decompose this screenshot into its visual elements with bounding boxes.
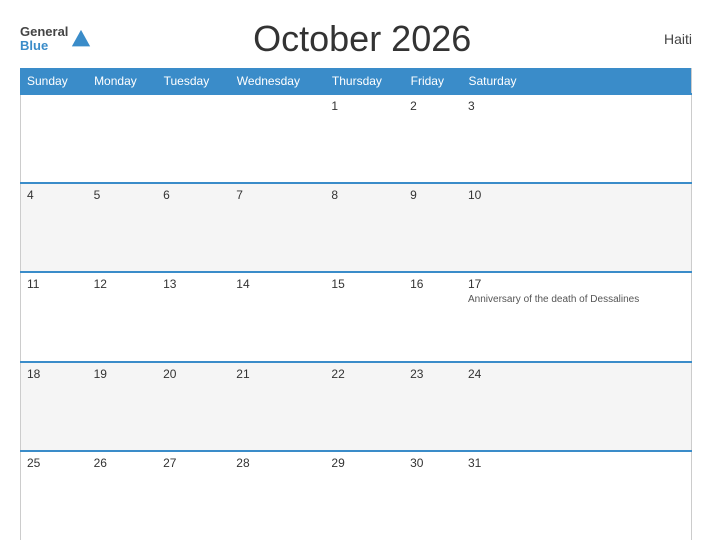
calendar-day-cell: 23 [404, 362, 462, 451]
header-sunday: Sunday [21, 69, 88, 95]
calendar-header: Sunday Monday Tuesday Wednesday Thursday… [21, 69, 692, 95]
calendar-table: Sunday Monday Tuesday Wednesday Thursday… [20, 68, 692, 540]
calendar-day-cell: 14 [230, 272, 325, 361]
header-tuesday: Tuesday [157, 69, 230, 95]
day-number: 15 [331, 277, 398, 291]
day-number: 3 [468, 99, 685, 113]
logo-text: General Blue [20, 25, 68, 54]
calendar-day-cell: 7 [230, 183, 325, 272]
day-number: 26 [94, 456, 152, 470]
calendar-week-row: 456789 10 [21, 183, 692, 272]
day-number: 18 [27, 367, 82, 381]
calendar-day-cell: 25 [21, 451, 88, 540]
calendar-day-cell: 6 [157, 183, 230, 272]
day-number: 21 [236, 367, 319, 381]
calendar-day-cell: 11 [21, 272, 88, 361]
day-number: 1 [331, 99, 398, 113]
logo-blue: Blue [20, 39, 68, 53]
day-number: 11 [27, 277, 82, 291]
day-number: 4 [27, 188, 82, 202]
calendar-day-cell: 17 Anniversary of the death of Dessalines [462, 272, 692, 361]
day-number: 20 [163, 367, 224, 381]
day-number: 22 [331, 367, 398, 381]
day-number: 16 [410, 277, 456, 291]
country-label: Haiti [632, 31, 692, 47]
day-number: 2 [410, 99, 456, 113]
day-number: 13 [163, 277, 224, 291]
day-number: 14 [236, 277, 319, 291]
day-number: 27 [163, 456, 224, 470]
calendar-day-cell [88, 94, 158, 183]
day-number: 29 [331, 456, 398, 470]
calendar-day-cell: 27 [157, 451, 230, 540]
day-number: 5 [94, 188, 152, 202]
calendar-day-cell: 10 [462, 183, 692, 272]
day-number: 30 [410, 456, 456, 470]
calendar-day-cell: 5 [88, 183, 158, 272]
calendar-day-cell: 30 [404, 451, 462, 540]
day-number: 19 [94, 367, 152, 381]
calendar-day-cell: 16 [404, 272, 462, 361]
calendar-day-cell [157, 94, 230, 183]
logo-flag-icon [70, 28, 92, 50]
calendar-day-cell: 9 [404, 183, 462, 272]
calendar-day-cell: 8 [325, 183, 404, 272]
calendar-day-cell: 13 [157, 272, 230, 361]
calendar-title: October 2026 [92, 18, 632, 60]
header-wednesday: Wednesday [230, 69, 325, 95]
calendar-day-cell: 15 [325, 272, 404, 361]
calendar-day-cell: 24 [462, 362, 692, 451]
calendar-day-cell: 31 [462, 451, 692, 540]
day-number: 31 [468, 456, 685, 470]
header-thursday: Thursday [325, 69, 404, 95]
calendar-day-cell: 28 [230, 451, 325, 540]
calendar-week-row: 123 [21, 94, 692, 183]
calendar-day-cell: 22 [325, 362, 404, 451]
day-number: 12 [94, 277, 152, 291]
calendar-day-cell: 29 [325, 451, 404, 540]
calendar-page: General Blue October 2026 Haiti Sunday M… [0, 0, 712, 550]
day-number: 28 [236, 456, 319, 470]
holiday-label: Anniversary of the death of Dessalines [468, 294, 639, 305]
calendar-week-row: 11 12 13 14 15 16 17 Anniversary of the death o… [21, 272, 692, 361]
calendar-day-cell: 18 [21, 362, 88, 451]
day-number: 7 [236, 188, 319, 202]
calendar-body: 1234567891011121314151617Anniversary of … [21, 94, 692, 540]
header-monday: Monday [88, 69, 158, 95]
calendar-day-cell: 12 [88, 272, 158, 361]
day-number: 17 [468, 277, 685, 291]
calendar-day-cell: 26 [88, 451, 158, 540]
day-number: 9 [410, 188, 456, 202]
day-number: 25 [27, 456, 82, 470]
header-friday: Friday [404, 69, 462, 95]
logo: General Blue [20, 25, 92, 54]
logo-general: General [20, 25, 68, 39]
calendar-day-cell: 3 [462, 94, 692, 183]
calendar-week-row: 18 19 20 21 22 23 24 [21, 362, 692, 451]
calendar-day-cell [21, 94, 88, 183]
day-number: 10 [468, 188, 685, 202]
calendar-day-cell: 20 [157, 362, 230, 451]
calendar-day-cell: 2 [404, 94, 462, 183]
day-number: 6 [163, 188, 224, 202]
day-number: 23 [410, 367, 456, 381]
calendar-day-cell [230, 94, 325, 183]
calendar-day-cell: 4 [21, 183, 88, 272]
calendar-week-row: 25 26 27 28 29 30 31 [21, 451, 692, 540]
page-header: General Blue October 2026 Haiti [20, 18, 692, 60]
calendar-day-cell: 1 [325, 94, 404, 183]
calendar-day-cell: 21 [230, 362, 325, 451]
day-number: 8 [331, 188, 398, 202]
header-saturday: Saturday [462, 69, 692, 95]
calendar-day-cell: 19 [88, 362, 158, 451]
weekday-header-row: Sunday Monday Tuesday Wednesday Thursday… [21, 69, 692, 95]
day-number: 24 [468, 367, 685, 381]
